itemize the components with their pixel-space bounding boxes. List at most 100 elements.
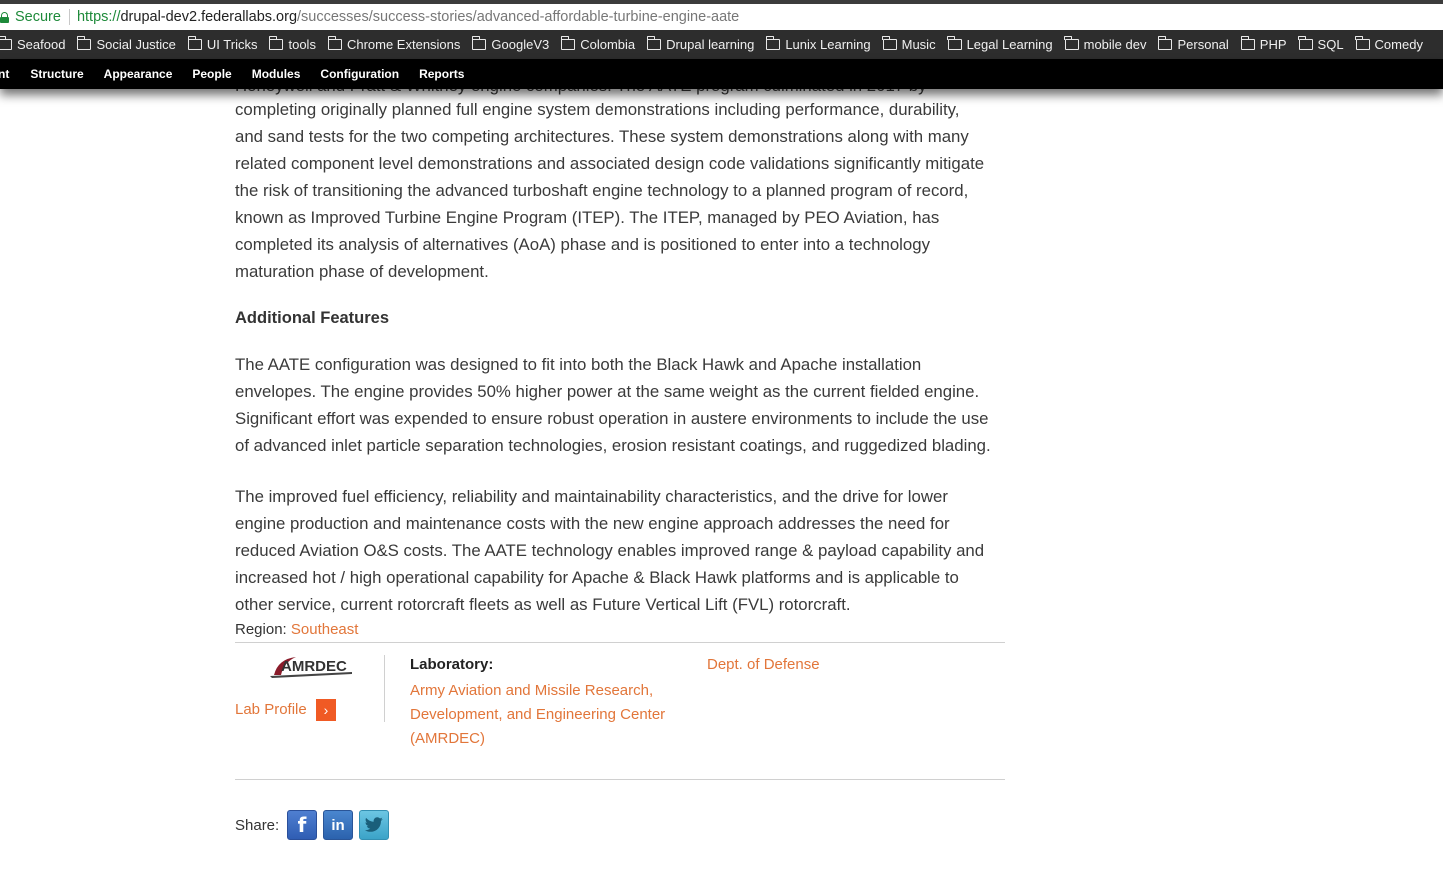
laboratory-label: Laboratory: [410, 656, 494, 673]
text-line: The AATE configuration was designed to f… [235, 355, 922, 374]
bookmark-label: Comedy [1374, 37, 1423, 52]
text-line: envelopes. The engine provides 50% highe… [235, 382, 980, 401]
bookmark-folder-lunix-learning[interactable]: Lunix Learning [766, 36, 871, 52]
folder-icon [766, 36, 781, 50]
bookmark-folder-tools[interactable]: tools [269, 36, 316, 52]
bookmark-folder-drupal-learning[interactable]: Drupal learning [646, 36, 755, 52]
bookmark-folder-colombia[interactable]: Colombia [560, 36, 636, 52]
lab-profile-link[interactable]: Lab Profile [235, 701, 307, 718]
folder-icon [472, 36, 487, 50]
laboratory-name-line[interactable]: Army Aviation and Missile Research, [410, 679, 665, 703]
text-line: Significant effort was expended to ensur… [235, 409, 989, 428]
twitter-icon [364, 817, 383, 832]
bookmark-folder-chrome-extensions[interactable]: Chrome Extensions [327, 36, 461, 52]
bookmark-folder-ui-tricks[interactable]: UI Tricks [187, 36, 258, 52]
folder-icon [882, 36, 897, 50]
bookmark-label: Legal Learning [966, 37, 1053, 52]
bookmark-label: PHP [1259, 37, 1287, 52]
bookmark-folder-music[interactable]: Music [882, 36, 936, 52]
folder-icon [1240, 36, 1255, 50]
text-line: known as Improved Turbine Engine Program… [235, 208, 940, 227]
folder-icon [77, 36, 92, 50]
bookmark-label: Personal [1177, 37, 1229, 52]
bookmark-folder-php[interactable]: PHP [1240, 36, 1287, 52]
admin-menu-content[interactable]: nt [0, 67, 9, 81]
bookmark-folder-legal-learning[interactable]: Legal Learning [947, 36, 1053, 52]
bookmarks-bar: Seafood Social Justice UI Tricks tools C… [0, 30, 1443, 59]
address-bar[interactable]: Secure https://drupal-dev2.federallabs.o… [0, 4, 1443, 30]
bookmark-label: Social Justice [96, 37, 176, 52]
article-paragraph-2: The AATE configuration was designed to f… [235, 351, 1015, 459]
folder-icon [1064, 36, 1079, 50]
secure-label: Secure [15, 9, 61, 25]
text-line: increased hot / high operational capabil… [235, 568, 959, 587]
text-line: The improved fuel efficiency, reliabilit… [235, 487, 948, 506]
facebook-share-button[interactable]: f [287, 810, 317, 840]
text-line: the risk of transitioning the advanced t… [235, 181, 969, 200]
bookmark-folder-comedy[interactable]: Comedy [1355, 36, 1423, 52]
text-line: and sand tests for the two competing arc… [235, 127, 969, 146]
lock-icon [0, 11, 9, 23]
folder-icon [0, 36, 12, 50]
lab-profile-arrow-button[interactable]: › [316, 699, 336, 721]
folder-icon [269, 36, 284, 50]
text-line: of advanced inlet particle separation te… [235, 436, 991, 455]
admin-menu-configuration[interactable]: Configuration [320, 67, 399, 81]
bookmark-label: Chrome Extensions [346, 37, 461, 52]
agency-link[interactable]: Dept. of Defense [707, 656, 820, 673]
bookmark-label: GoogleV3 [491, 37, 550, 52]
article-paragraph-3: The improved fuel efficiency, reliabilit… [235, 483, 1015, 618]
linkedin-icon: in [331, 816, 345, 834]
folder-icon [187, 36, 202, 50]
admin-menu-structure[interactable]: Structure [30, 67, 83, 81]
url-protocol[interactable]: https:// [77, 9, 121, 25]
laboratory-name-link[interactable]: Army Aviation and Missile Research, Deve… [410, 679, 665, 751]
text-line: completed its analysis of alternatives (… [235, 235, 930, 254]
section-heading: Additional Features [235, 309, 390, 327]
bookmark-folder-mobile-dev[interactable]: mobile dev [1064, 36, 1147, 52]
text-line: completing originally planned full engin… [235, 100, 960, 119]
bookmark-label: Seafood [17, 37, 66, 52]
text-line: related component level demonstrations a… [235, 154, 985, 173]
folder-icon [1158, 36, 1173, 50]
admin-menu-reports[interactable]: Reports [419, 67, 464, 81]
bookmark-folder-googlev3[interactable]: GoogleV3 [472, 36, 550, 52]
logo-text: AMRDEC [281, 658, 347, 675]
bookmark-label: Colombia [580, 37, 636, 52]
divider [235, 779, 1005, 780]
url-host[interactable]: drupal-dev2.federallabs.org [120, 9, 297, 25]
folder-icon [947, 36, 962, 50]
url-path[interactable]: /successes/success-stories/advanced-affo… [297, 9, 739, 25]
vertical-divider [384, 655, 385, 722]
amrdec-logo: AMRDEC [270, 657, 352, 678]
bookmark-folder-personal[interactable]: Personal [1158, 36, 1229, 52]
linkedin-share-button[interactable]: in [323, 810, 353, 840]
region-link[interactable]: Southeast [291, 621, 359, 638]
admin-menu-modules[interactable]: Modules [252, 67, 301, 81]
text-line: engine production and maintenance costs … [235, 514, 950, 533]
bookmark-label: mobile dev [1083, 37, 1147, 52]
admin-menu-people[interactable]: People [192, 67, 231, 81]
laboratory-name-line[interactable]: Development, and Engineering Center [410, 703, 665, 727]
divider [235, 642, 1005, 643]
bookmark-label: UI Tricks [206, 37, 258, 52]
bookmark-label: tools [288, 37, 316, 52]
region-row: Region: Southeast [235, 621, 358, 638]
bookmark-folder-seafood[interactable]: Seafood [0, 36, 66, 52]
laboratory-name-line[interactable]: (AMRDEC) [410, 727, 665, 751]
bookmark-label: Drupal learning [666, 37, 755, 52]
admin-toolbar: nt Structure Appearance People Modules C… [0, 59, 1443, 89]
text-line: other service, current rotorcraft fleets… [235, 595, 851, 614]
bookmark-folder-social-justice[interactable]: Social Justice [77, 36, 176, 52]
region-label: Region: [235, 621, 287, 638]
admin-menu-appearance[interactable]: Appearance [104, 67, 173, 81]
bookmark-label: Music [901, 37, 936, 52]
twitter-share-button[interactable] [359, 810, 389, 840]
chevron-right-icon: › [323, 702, 329, 718]
facebook-icon: f [297, 813, 307, 837]
bookmark-label: SQL [1317, 37, 1344, 52]
folder-icon [1355, 36, 1370, 50]
bookmark-folder-sql[interactable]: SQL [1298, 36, 1344, 52]
text-line: reduced Aviation O&S costs. The AATE tec… [235, 541, 985, 560]
article-paragraph-1: completing originally planned full engin… [235, 96, 1015, 285]
